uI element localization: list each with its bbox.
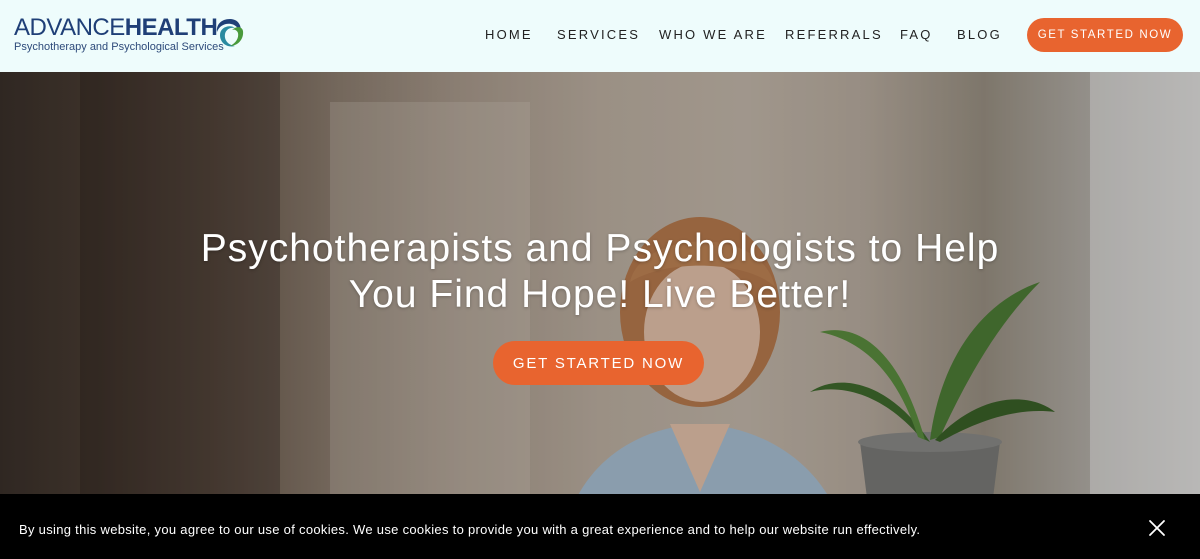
cookie-banner: By using this website, you agree to our … bbox=[0, 494, 1200, 559]
nav-item-home[interactable]: HOME bbox=[485, 27, 533, 42]
nav-item-referrals[interactable]: REFERRALS bbox=[785, 27, 883, 42]
hero-section: Psychotherapists and Psychologists to He… bbox=[0, 72, 1200, 559]
hero-heading-line-2: You Find Hope! Live Better! bbox=[348, 273, 852, 316]
hero-heading-line-1: Psychotherapists and Psychologists to He… bbox=[200, 227, 1000, 270]
nav-item-services[interactable]: SERVICES bbox=[557, 27, 640, 42]
hero-heading: Psychotherapists and Psychologists to He… bbox=[150, 226, 1050, 318]
hero-get-started-button[interactable]: GET STARTED NOW bbox=[493, 341, 704, 385]
nav-item-who-we-are[interactable]: WHO WE ARE bbox=[659, 27, 767, 42]
site-header: ADVANCEHEALTH Psychotherapy and Psycholo… bbox=[0, 0, 1200, 72]
cookie-banner-text: By using this website, you agree to our … bbox=[19, 522, 921, 537]
close-icon[interactable] bbox=[1148, 519, 1166, 537]
nav-item-faq[interactable]: FAQ bbox=[900, 27, 933, 42]
main-nav: HOME SERVICES WHO WE ARE REFERRALS FAQ B… bbox=[0, 0, 1200, 72]
header-get-started-button[interactable]: GET STARTED NOW bbox=[1027, 18, 1183, 52]
nav-item-blog[interactable]: BLOG bbox=[957, 27, 1002, 42]
